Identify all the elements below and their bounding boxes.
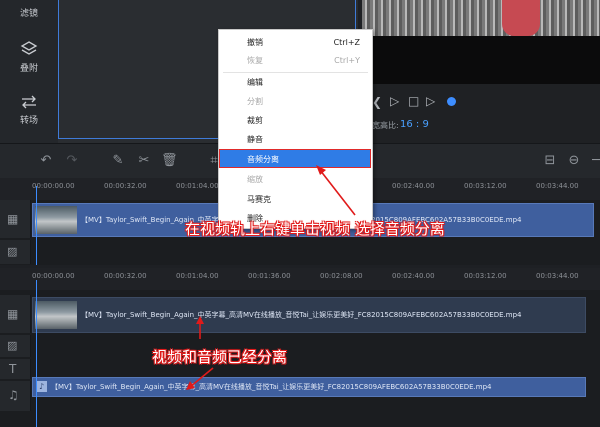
annotation-arrows — [186, 165, 356, 390]
annotation-top: 在视频轨上右键单击视频 选择音频分离 — [185, 220, 445, 238]
arrow-head-icon — [196, 316, 204, 324]
annotation-arrow-top — [319, 169, 356, 216]
annotation-bottom: 视频和音频已经分离 — [152, 348, 288, 366]
annotation-arrow-bottom — [189, 367, 214, 388]
arrow-head-icon — [316, 165, 326, 175]
arrow-head-icon — [186, 381, 195, 390]
